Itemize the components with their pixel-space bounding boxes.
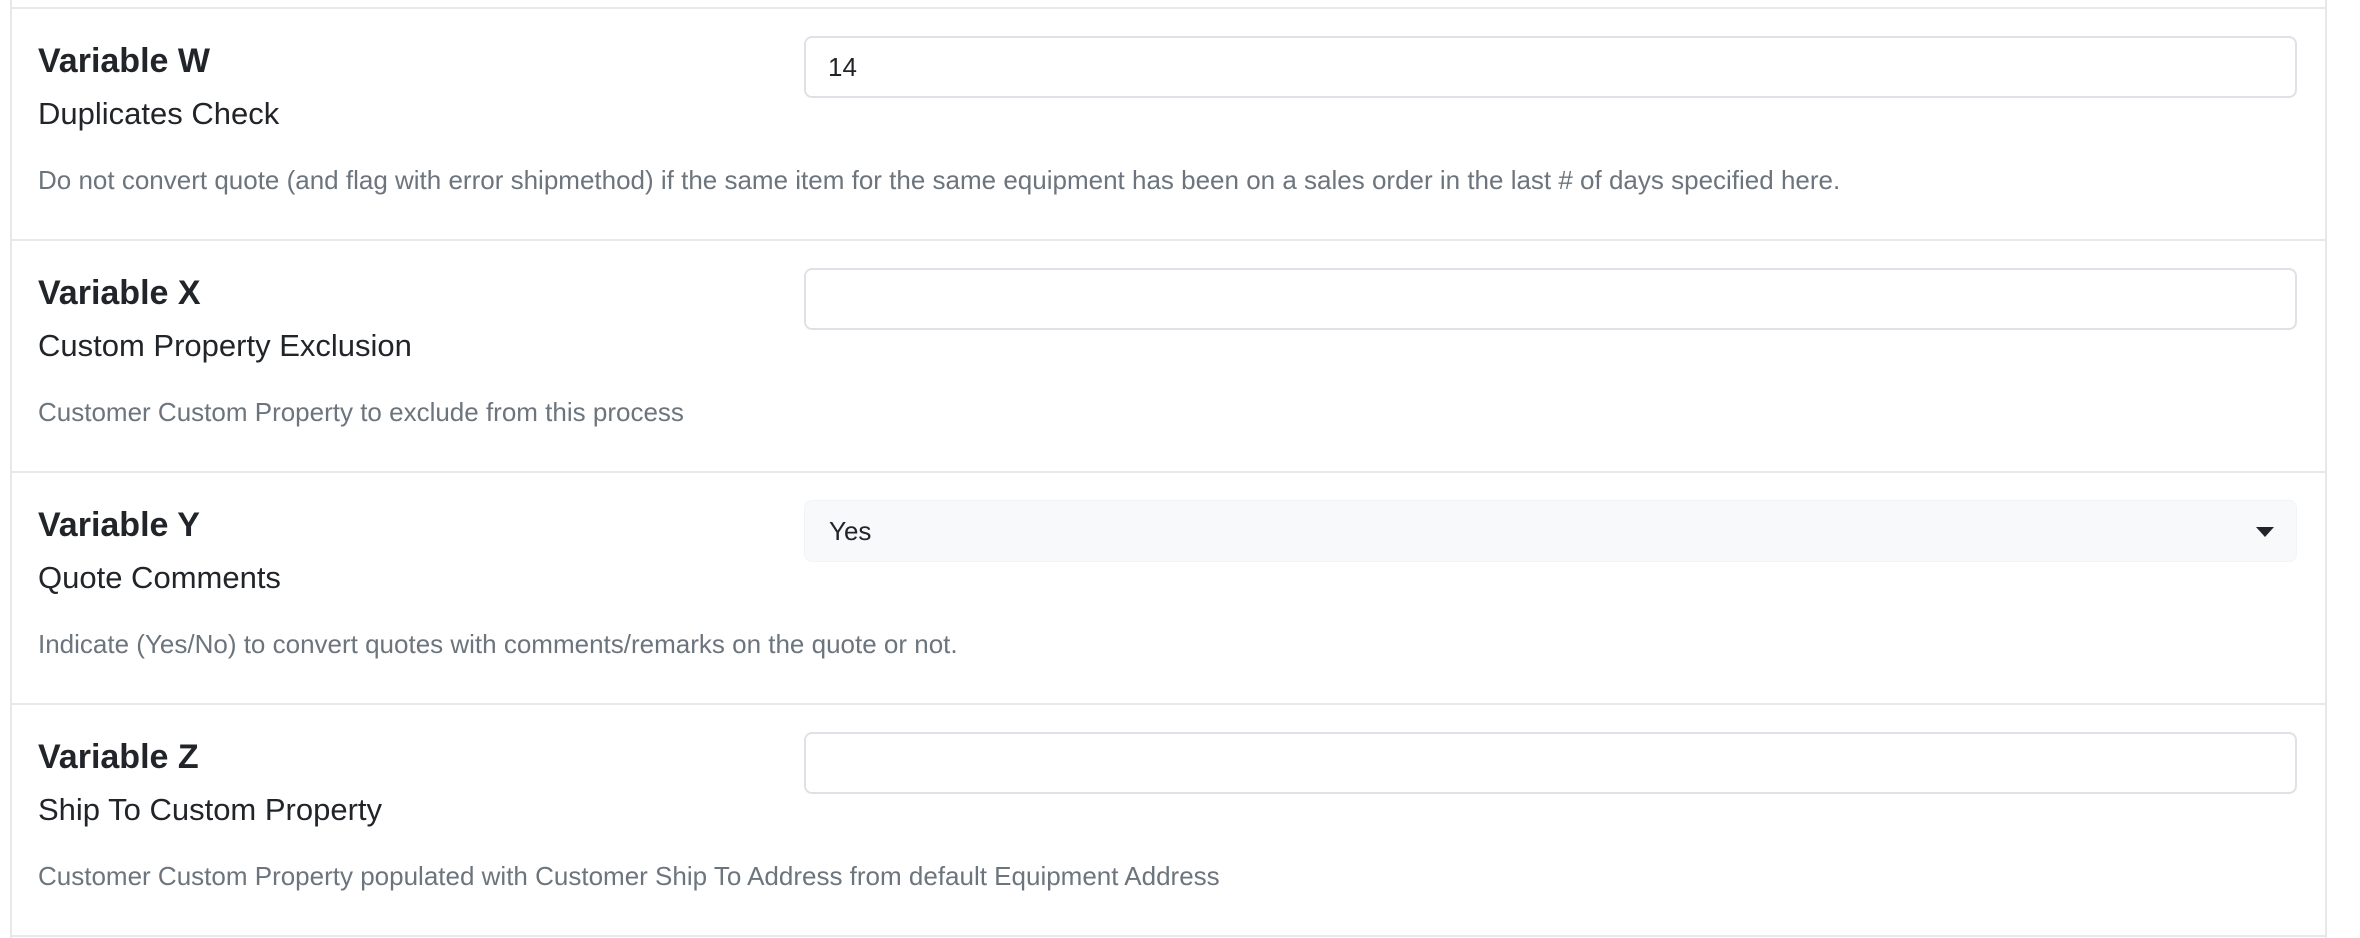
variable-z-input[interactable] [804,732,2297,794]
variable-description: Indicate (Yes/No) to convert quotes with… [38,629,958,659]
variable-description: Customer Custom Property populated with … [38,861,1220,891]
variable-title: Variable Z [38,738,199,776]
variable-title: Variable X [38,274,201,312]
select-value: Yes [829,515,872,546]
variable-subtitle: Duplicates Check [38,96,280,131]
variable-row-z: Variable Z Ship To Custom Property Custo… [12,705,2325,937]
variable-x-input[interactable] [804,268,2297,330]
variable-title: Variable W [38,42,210,80]
variable-row-x: Variable X Custom Property Exclusion Cus… [12,241,2325,473]
variable-row-w: Variable W Duplicates Check Do not conve… [12,9,2325,241]
variable-w-input[interactable] [804,36,2297,98]
caret-down-icon [2256,527,2274,537]
variable-description: Customer Custom Property to exclude from… [38,397,684,427]
variable-subtitle: Custom Property Exclusion [38,328,412,363]
variable-title: Variable Y [38,506,200,544]
variable-subtitle: Quote Comments [38,560,281,595]
variable-row-y: Variable Y Quote Comments Indicate (Yes/… [12,473,2325,705]
variable-description: Do not convert quote (and flag with erro… [38,165,1841,195]
variable-subtitle: Ship To Custom Property [38,792,383,827]
variable-y-select[interactable]: Yes [804,500,2297,562]
variables-list: Variable W Duplicates Check Do not conve… [10,0,2327,938]
